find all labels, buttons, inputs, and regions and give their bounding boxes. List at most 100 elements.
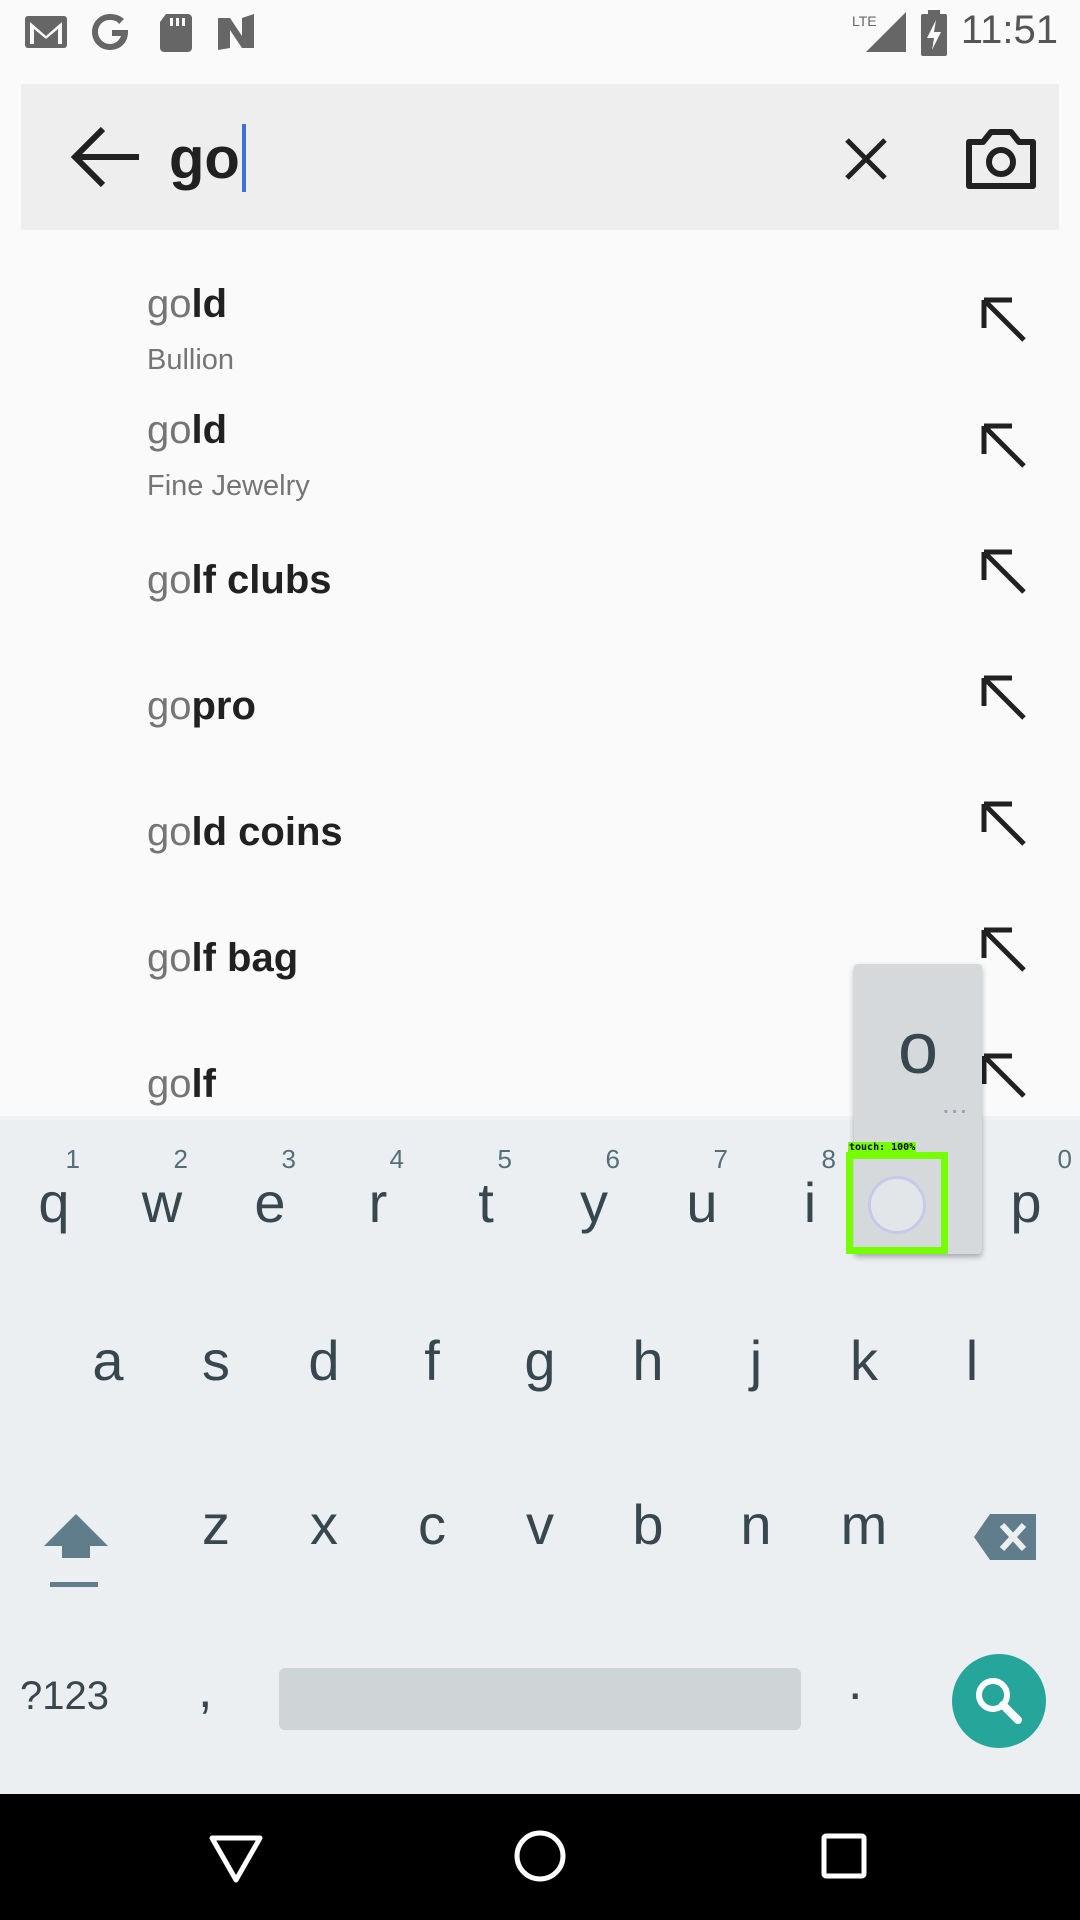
suggestion-label: gold xyxy=(147,282,227,327)
suggestion-category: Bullion xyxy=(147,344,235,376)
comma-key[interactable]: , xyxy=(198,1660,212,1720)
arrow-up-left-icon[interactable] xyxy=(978,1050,1030,1102)
n-icon xyxy=(218,14,254,50)
space-key[interactable] xyxy=(279,1668,801,1730)
key-char: x xyxy=(310,1493,338,1556)
suggestion-prefix: go xyxy=(147,282,192,326)
lte-signal-icon: LTE xyxy=(852,12,906,52)
recents-square-icon[interactable] xyxy=(812,1824,876,1888)
suggestion-completion: lf clubs xyxy=(191,558,332,602)
suggestion-item[interactable]: gold Bullion xyxy=(0,264,1080,390)
suggestion-label: golf xyxy=(147,1062,216,1107)
key-y[interactable]: 6y xyxy=(540,1120,648,1260)
key-char: k xyxy=(850,1329,878,1392)
sd-card-icon xyxy=(160,14,192,52)
key-char: e xyxy=(254,1171,286,1234)
suggestion-label: golf bag xyxy=(147,936,298,981)
suggestion-completion: ld xyxy=(191,408,228,452)
key-p[interactable]: 0p xyxy=(972,1120,1080,1260)
navigation-bar xyxy=(0,1794,1080,1920)
key-v[interactable]: v xyxy=(486,1448,594,1588)
search-icon xyxy=(976,1678,1022,1724)
search-input[interactable]: go xyxy=(169,118,246,198)
key-char: h xyxy=(632,1329,664,1392)
key-char: s xyxy=(202,1329,230,1392)
arrow-up-left-icon[interactable] xyxy=(978,924,1030,976)
close-icon[interactable] xyxy=(831,124,901,194)
key-char: d xyxy=(308,1329,340,1392)
symbols-key[interactable]: ?123 xyxy=(20,1674,109,1719)
key-char: l xyxy=(965,1329,979,1392)
key-l[interactable]: l xyxy=(918,1284,1026,1424)
key-n[interactable]: n xyxy=(702,1448,810,1588)
key-u[interactable]: 7u xyxy=(648,1120,756,1260)
period-key[interactable]: . xyxy=(848,1652,862,1712)
key-s[interactable]: s xyxy=(162,1284,270,1424)
suggestion-prefix: go xyxy=(147,810,192,854)
key-x[interactable]: x xyxy=(270,1448,378,1588)
suggestion-item[interactable]: golf clubs xyxy=(0,516,1080,642)
keyboard-search-button[interactable] xyxy=(952,1654,1046,1748)
key-f[interactable]: f xyxy=(378,1284,486,1424)
key-char: t xyxy=(478,1171,494,1234)
key-h[interactable]: h xyxy=(594,1284,702,1424)
suggestion-label: golf clubs xyxy=(147,558,332,603)
key-char: w xyxy=(141,1171,183,1234)
suggestion-label: gopro xyxy=(147,684,256,729)
key-char: c xyxy=(418,1493,446,1556)
key-k[interactable]: k xyxy=(810,1284,918,1424)
suggestion-prefix: go xyxy=(147,684,192,728)
arrow-up-left-icon[interactable] xyxy=(978,294,1030,346)
key-char: b xyxy=(632,1493,664,1556)
suggestion-category: Fine Jewelry xyxy=(147,470,310,502)
suggestion-prefix: go xyxy=(147,1062,192,1106)
popup-char: o xyxy=(897,1009,939,1089)
suggestion-completion: lf xyxy=(191,1062,216,1106)
suggestion-item[interactable]: gold coins xyxy=(0,768,1080,894)
gmail-icon xyxy=(25,16,67,48)
key-char: n xyxy=(740,1493,772,1556)
suggestion-label: gold xyxy=(147,408,227,453)
back-triangle-icon[interactable] xyxy=(204,1824,268,1888)
suggestion-completion: ld coins xyxy=(191,810,343,854)
home-circle-icon[interactable] xyxy=(508,1824,572,1888)
suggestion-completion: pro xyxy=(191,684,256,728)
key-e[interactable]: 3e xyxy=(216,1120,324,1260)
key-r[interactable]: 4r xyxy=(324,1120,432,1260)
battery-charging-icon xyxy=(921,10,947,56)
text-cursor xyxy=(241,124,246,192)
suggestion-item[interactable]: gopro xyxy=(0,642,1080,768)
arrow-back-icon[interactable] xyxy=(63,122,147,192)
key-z[interactable]: z xyxy=(162,1448,270,1588)
key-char: g xyxy=(524,1329,556,1392)
key-char: m xyxy=(840,1493,888,1556)
key-w[interactable]: 2w xyxy=(108,1120,216,1260)
suggestion-prefix: go xyxy=(147,936,192,980)
suggestion-label: gold coins xyxy=(147,810,343,855)
arrow-up-left-icon[interactable] xyxy=(978,798,1030,850)
key-c[interactable]: c xyxy=(378,1448,486,1588)
key-a[interactable]: a xyxy=(54,1284,162,1424)
key-b[interactable]: b xyxy=(594,1448,702,1588)
key-j[interactable]: j xyxy=(702,1284,810,1424)
key-char: p xyxy=(1010,1171,1042,1234)
svg-text:LTE: LTE xyxy=(852,13,877,29)
clock: 11:51 xyxy=(960,8,1058,52)
arrow-up-left-icon[interactable] xyxy=(978,672,1030,724)
arrow-up-left-icon[interactable] xyxy=(978,420,1030,472)
camera-icon[interactable] xyxy=(961,120,1041,196)
suggestion-item[interactable]: gold Fine Jewelry xyxy=(0,390,1080,516)
search-query-text: go xyxy=(169,125,240,191)
key-q[interactable]: 1q xyxy=(0,1120,108,1260)
backspace-icon[interactable] xyxy=(972,1512,1038,1562)
key-char: r xyxy=(368,1171,388,1234)
key-d[interactable]: d xyxy=(270,1284,378,1424)
suggestion-completion: ld xyxy=(191,282,228,326)
arrow-up-left-icon[interactable] xyxy=(978,546,1030,598)
shift-icon[interactable] xyxy=(40,1506,112,1596)
touch-label: touch: 100% xyxy=(848,1142,917,1153)
key-t[interactable]: 5t xyxy=(432,1120,540,1260)
key-g[interactable]: g xyxy=(486,1284,594,1424)
suggestion-completion: lf bag xyxy=(191,936,299,980)
key-m[interactable]: m xyxy=(810,1448,918,1588)
